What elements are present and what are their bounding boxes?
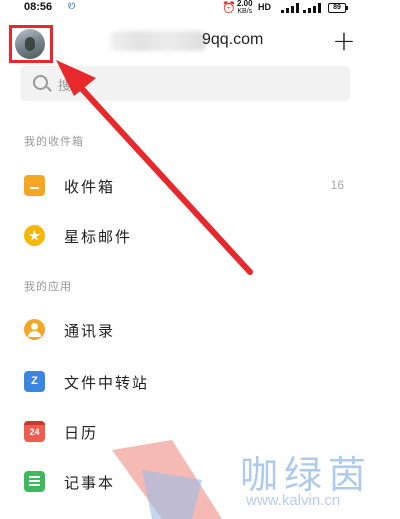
network-speed: 2.00 KB/s — [237, 0, 253, 16]
contacts-icon — [24, 319, 45, 340]
inbox-count: 16 — [330, 178, 344, 192]
inbox-label: 收件箱 — [64, 178, 116, 196]
notification-icon: Ꮼ — [68, 2, 76, 12]
status-bar: 08:56 Ꮼ ⏰ 2.00 KB/s HD 89 — [0, 0, 400, 18]
section-title-apps: 我的应用 — [24, 280, 72, 293]
watermark-logo — [112, 440, 222, 519]
notes-label: 记事本 — [64, 474, 116, 492]
list-item-contacts[interactable]: 通讯录 — [0, 308, 360, 352]
search-placeholder: 搜索 — [58, 79, 85, 94]
list-item-file-transfer[interactable]: Z 文件中转站 — [0, 360, 360, 404]
inbox-icon — [24, 175, 45, 196]
status-time: 08:56 — [24, 1, 53, 13]
compose-plus-button[interactable]: + — [330, 27, 358, 56]
watermark-url: www.kalvin.cn — [246, 492, 341, 509]
calendar-label: 日历 — [64, 424, 99, 442]
hd-indicator: HD — [258, 2, 271, 12]
account-email[interactable]: 9qq.com — [202, 31, 263, 49]
network-speed-unit: KB/s — [237, 8, 253, 15]
alarm-icon: ⏰ — [222, 1, 236, 14]
battery-icon: 89 — [328, 3, 348, 13]
contacts-label: 通讯录 — [64, 322, 116, 340]
file-transfer-label: 文件中转站 — [64, 374, 150, 392]
star-icon: ★ — [24, 225, 45, 246]
signal-icon — [281, 3, 301, 13]
account-email-redacted — [110, 31, 206, 51]
network-speed-value: 2.00 — [237, 0, 253, 8]
notes-icon — [24, 471, 45, 492]
calendar-icon: 24 — [24, 421, 45, 442]
section-title-mailboxes: 我的收件箱 — [24, 135, 84, 148]
search-input[interactable]: 搜索 — [20, 66, 350, 101]
watermark-title: 咖绿茵 — [240, 453, 373, 497]
avatar[interactable] — [15, 29, 45, 59]
signal-icon-2 — [303, 3, 323, 13]
file-transfer-icon: Z — [24, 371, 45, 392]
list-item-inbox[interactable]: 收件箱 16 — [0, 164, 360, 208]
search-icon — [33, 75, 48, 90]
list-item-starred[interactable]: ★ 星标邮件 — [0, 214, 360, 258]
starred-label: 星标邮件 — [64, 228, 133, 246]
